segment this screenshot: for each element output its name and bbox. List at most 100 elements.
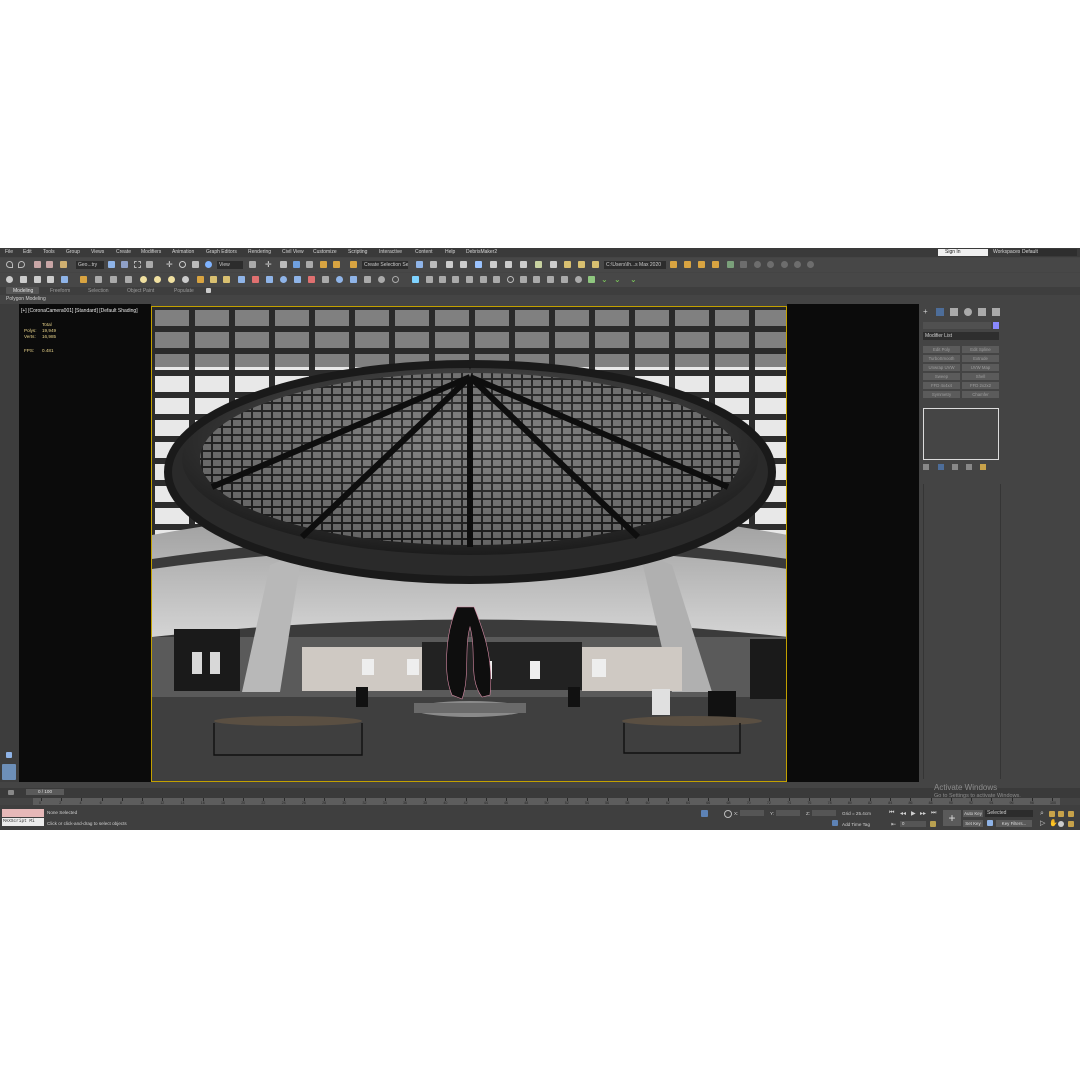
menu-file[interactable]: File <box>5 249 13 255</box>
extra-tool-3-icon[interactable] <box>754 261 761 268</box>
modifier-button-turbosmooth[interactable]: TurboSmooth <box>923 355 960 362</box>
modifier-button-extrude[interactable]: Extrude <box>962 355 999 362</box>
isolate-selection-icon[interactable] <box>701 810 708 817</box>
rotate-icon[interactable] <box>179 261 186 268</box>
layer-explorer-icon[interactable] <box>460 261 467 268</box>
undo-icon[interactable] <box>6 261 13 268</box>
corona-sky-icon[interactable] <box>168 276 175 283</box>
object-name-field[interactable] <box>923 322 991 329</box>
menu-views[interactable]: Views <box>91 249 104 255</box>
modifier-button-edit-spline[interactable]: Edit Spline <box>962 346 999 353</box>
set-key-big-button[interactable]: + <box>943 810 961 826</box>
save-folder-icon[interactable] <box>698 261 705 268</box>
ribbon-toggle-icon[interactable] <box>475 261 482 268</box>
select-object-icon[interactable] <box>108 261 115 268</box>
cone-icon[interactable] <box>20 276 27 283</box>
material-icon[interactable] <box>350 276 357 283</box>
array-icon[interactable] <box>238 276 245 283</box>
corona-camera-icon[interactable] <box>210 276 217 283</box>
plugin-1-icon[interactable] <box>520 276 527 283</box>
open-folder-icon[interactable] <box>684 261 691 268</box>
spinner-snap-icon[interactable] <box>333 261 340 268</box>
viewport-layout-icon[interactable] <box>6 752 12 758</box>
zoom-all-icon[interactable] <box>1049 811 1055 817</box>
cylinder-icon[interactable] <box>47 276 54 283</box>
pin-stack-icon[interactable] <box>923 464 929 470</box>
viewport-layout-tab[interactable] <box>2 764 16 780</box>
show-end-result-icon[interactable] <box>938 464 944 470</box>
object-color-swatch[interactable] <box>993 322 999 329</box>
track-bar[interactable]: 0 2 4 6 8 10 12 14 16 18 20 22 24 26 28 30 32 34 36 38 40 42 4… <box>33 798 1060 805</box>
modifier-list-dropdown[interactable]: Modifier List <box>923 332 999 340</box>
maxscript-listener[interactable]: MAXScript Mi <box>2 818 44 826</box>
viewport-label[interactable]: [+] [CoronaCamera001] [Standard] [Defaul… <box>21 308 138 314</box>
freeze-icon[interactable] <box>392 276 399 283</box>
time-config-icon[interactable] <box>930 821 936 827</box>
key-filters-button[interactable]: Key Filters... <box>996 820 1032 827</box>
move-icon[interactable]: ✛ <box>166 261 173 269</box>
modifier-button-symmetry[interactable]: Symmetry <box>923 391 960 398</box>
ribbon-tab-object-paint[interactable]: Object Paint <box>127 288 154 294</box>
world-icon[interactable] <box>336 276 343 283</box>
clone-align-icon[interactable] <box>280 276 287 283</box>
go-to-end-icon[interactable]: ⏭ <box>931 810 936 817</box>
plugin-5-icon[interactable] <box>575 276 582 283</box>
edit-named-selection-icon[interactable] <box>350 261 357 268</box>
menu-customize[interactable]: Customize <box>313 249 337 255</box>
sphere-icon[interactable] <box>6 276 13 283</box>
modifier-button-unwrap-uvw[interactable]: Unwrap UVW <box>923 364 960 371</box>
reference-coord-dropdown[interactable]: View <box>217 261 243 269</box>
timeline-toggle-icon[interactable] <box>8 790 14 795</box>
extra-tool-6-icon[interactable] <box>794 261 801 268</box>
snapshot-icon[interactable] <box>252 276 259 283</box>
helper-icon[interactable] <box>110 276 117 283</box>
add-time-tag[interactable]: Add Time Tag <box>842 822 870 827</box>
modifier-button-edit-poly[interactable]: Edit Poly <box>923 346 960 353</box>
render-cloud-icon[interactable] <box>592 261 599 268</box>
rect-selection-icon[interactable] <box>134 261 141 268</box>
corona-sun-icon[interactable] <box>154 276 161 283</box>
menu-create[interactable]: Create <box>116 249 131 255</box>
mirror-icon[interactable] <box>416 261 423 268</box>
zoom-extents-icon[interactable] <box>1058 811 1064 817</box>
extra-tool-7-icon[interactable] <box>807 261 814 268</box>
plugin-4-icon[interactable] <box>561 276 568 283</box>
spacing-tool-icon[interactable] <box>266 276 273 283</box>
schematic-view-icon[interactable] <box>505 261 512 268</box>
go-to-start-icon[interactable]: ⏮ <box>889 810 894 817</box>
asset-tracking-icon[interactable] <box>439 276 446 283</box>
utilities-tab-icon[interactable] <box>992 308 1000 316</box>
plugin-2-icon[interactable] <box>533 276 540 283</box>
plugin-3-icon[interactable] <box>547 276 554 283</box>
camera-viewport[interactable] <box>151 306 787 782</box>
set-key-button[interactable]: Set Key <box>963 820 983 827</box>
auto-key-button[interactable]: Auto Key <box>963 810 983 817</box>
keyboard-shortcut-icon[interactable] <box>280 261 287 268</box>
menu-animation[interactable]: Animation <box>172 249 194 255</box>
curve-editor-icon[interactable] <box>490 261 497 268</box>
time-tag-icon[interactable] <box>832 820 838 826</box>
xref-icon[interactable] <box>426 276 433 283</box>
play-icon[interactable]: ▶ <box>911 810 916 817</box>
light-icon[interactable] <box>80 276 87 283</box>
snaps-toggle-icon[interactable] <box>293 261 300 268</box>
ribbon-tab-populate[interactable]: Populate <box>174 288 194 294</box>
menu-help[interactable]: Help <box>445 249 455 255</box>
corona-decal-icon[interactable] <box>223 276 230 283</box>
menu-modifiers[interactable]: Modifiers <box>141 249 161 255</box>
project-path-dropdown[interactable]: C:\Users\Ih...s Max 2020 <box>604 261 666 269</box>
pivot-icon[interactable] <box>249 261 256 268</box>
selection-set-dropdown[interactable]: Create Selection Se <box>362 261 408 269</box>
render-queue-icon[interactable] <box>480 276 487 283</box>
key-filter-icon[interactable] <box>987 820 993 826</box>
align-view-icon[interactable] <box>322 276 329 283</box>
rendered-frame-icon[interactable] <box>550 261 557 268</box>
next-frame-icon[interactable]: ▸▸ <box>920 810 926 817</box>
modifier-button-chamfer[interactable]: Chamfer <box>962 391 999 398</box>
percent-snap-icon[interactable] <box>320 261 327 268</box>
key-mode-icon[interactable]: ⇤ <box>891 821 896 828</box>
menu-civil-view[interactable]: Civil View <box>282 249 304 255</box>
menu-edit[interactable]: Edit <box>23 249 32 255</box>
orbit-icon[interactable] <box>1058 821 1064 827</box>
placement-icon[interactable] <box>205 261 212 268</box>
